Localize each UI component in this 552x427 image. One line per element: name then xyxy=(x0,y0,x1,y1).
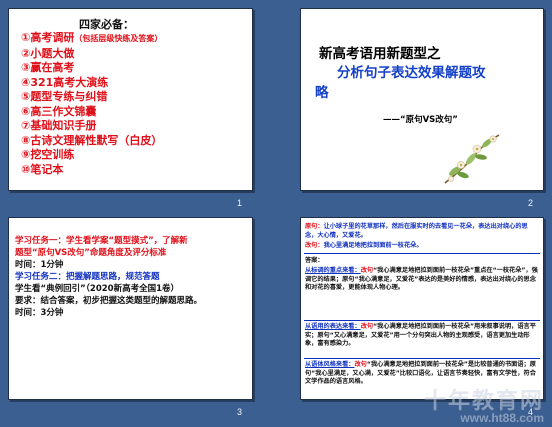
para2-tail: 原句“又心满意足，又爱花”用一个分句突出人物的主观感受，语言更加生动形象，富有感… xyxy=(305,331,530,348)
slide3-line-6: 要求：结合答案，初步把握这类题型的解题思路。 xyxy=(15,296,203,306)
list-item: ③赢在高考 xyxy=(21,61,162,76)
slide3-line-2: 题型“原句VS改句”命题角度及评分标准 xyxy=(15,248,167,258)
slide4-para-3: 从语体风格来看：改句“我心满意足地把拉到面前一枝花朵”是比较普通的书面语；原句“… xyxy=(305,361,539,387)
slide1-item-list: ①高考调研（包括层级快练及答案） ②小题大做 ③赢在高考 ④321高考大演练 ⑤… xyxy=(21,31,162,177)
revised-text: 我心里满足地把拉到面前一枝花朵。 xyxy=(323,242,423,249)
slide3-line-3: 时间：1分钟 xyxy=(15,260,64,270)
slide2-title-line2: 分析句子表达效果解题攻 xyxy=(337,65,486,81)
list-item: ⑦基础知识手册 xyxy=(21,119,162,134)
list-item: ⑥高三作文锦囊 xyxy=(21,105,162,120)
item-label: ①高考调研 xyxy=(21,31,75,44)
slide3-line-7: 时间：3分钟 xyxy=(15,308,64,318)
divider xyxy=(304,358,540,359)
item-label: ⑩笔记本 xyxy=(21,162,64,176)
slide4-revised: 改句：我心里满足地把拉到面前一枝花朵。 xyxy=(305,242,539,251)
slide4-para-1: 从标调的重点来看：改句“我心满意足地把拉到面前一枝花朵”重点在“一枝花朵”，强调… xyxy=(305,267,539,293)
item-label: ⑦基础知识手册 xyxy=(21,119,97,132)
slide3-line-1: 学习任务一：学生看学案“题型摸式”，了解新 xyxy=(15,236,188,246)
answer-label: 答案： xyxy=(305,257,324,264)
watermark-url: www.ht88.com xyxy=(460,411,544,426)
divider xyxy=(304,320,540,321)
para3-head: 从语体风格来看： xyxy=(305,361,355,368)
slide-number-1: 1 xyxy=(237,198,243,208)
item-sub: （包括层级快练及答案） xyxy=(74,34,163,43)
original-text: 让小球子里的花草那样，然后在服实时的去看见一花朵，表达出对绕心的思念，大心情，又… xyxy=(305,223,528,239)
list-item: ④321高考大演练 xyxy=(21,76,162,91)
list-item: ⑨挖空训练 xyxy=(21,148,162,163)
slide2-title-line3: 略 xyxy=(315,85,329,101)
slide-thumbnail-3[interactable]: 学习任务一：学生看学案“题型摸式”，了解新 题型“原句VS改句”命题角度及评分标… xyxy=(8,217,253,400)
list-item: ⑤题型专练与纠错 xyxy=(21,90,162,105)
slide-thumbnail-1[interactable]: 四家必备： ①高考调研（包括层级快练及答案） ②小题大做 ③赢在高考 ④321高… xyxy=(8,8,253,191)
list-item: ①高考调研（包括层级快练及答案） xyxy=(21,31,162,47)
item-label: ③赢在高考 xyxy=(21,61,75,74)
item-label: ⑥高三作文锦囊 xyxy=(21,104,97,118)
slide-number-3: 3 xyxy=(237,407,243,417)
list-item: ⑩笔记本 xyxy=(21,163,162,178)
list-item: ②小题大做 xyxy=(21,47,162,62)
original-label: 原句： xyxy=(305,223,324,230)
slide4-original: 原句：让小球子里的花草那样，然后在服实时的去看见一花朵，表达出对绕心的思念，大心… xyxy=(305,223,539,240)
revised-label: 改句： xyxy=(305,242,324,249)
para2-mid: 改句 xyxy=(360,323,374,330)
para3-text: “我心满意足地把拉到面前一枝花朵”是比较普通的书面语； xyxy=(366,361,530,368)
para1-head: 从标调的重点来看： xyxy=(305,267,361,274)
item-label: ⑧古诗文理解性默写（白皮） xyxy=(21,133,163,147)
para2-head: 从语用的表达来看： xyxy=(305,323,361,330)
slide1-title: 四家必备： xyxy=(79,18,134,31)
item-label: ②小题大做 xyxy=(21,46,75,60)
slide2-title-line1: 新高考语用新题型之 xyxy=(319,46,441,62)
site-watermark: 十年教育网 www.ht88.com xyxy=(424,389,544,425)
list-item: ⑧古诗文理解性默写（白皮） xyxy=(21,134,162,149)
slide3-line-4: 学习任务二：把握解题思路，规范答题 xyxy=(15,272,160,282)
slide2-subtitle: ——“原句VS改句” xyxy=(383,115,458,125)
flower-branch-illustration xyxy=(444,134,500,184)
para3-mid: 改句 xyxy=(354,361,367,368)
slide4-para-2: 从语用的表达来看：改句“我心满意足地把拉到面前一枝花朵”用来叙事说明，语言平实；… xyxy=(305,323,539,349)
divider xyxy=(304,253,540,254)
item-label: ⑤题型专练与纠错 xyxy=(21,90,108,103)
para1-mid: 改句 xyxy=(360,267,374,274)
slide-number-2: 2 xyxy=(528,198,534,208)
watermark-title: 十年教育网 xyxy=(423,388,544,414)
slide-thumbnail-2[interactable]: 新高考语用新题型之 分析句子表达效果解题攻 略 ——“原句VS改句” xyxy=(300,8,544,191)
slide-thumbnail-4[interactable]: 原句：让小球子里的花草那样，然后在服实时的去看见一花朵，表达出对绕心的思念，大心… xyxy=(300,217,544,400)
item-label: ④321高考大演练 xyxy=(21,75,109,89)
slide3-line-5: 学生看“典例回引”（2020新高考全国1卷） xyxy=(15,284,179,294)
item-label: ⑨挖空训练 xyxy=(21,148,75,161)
